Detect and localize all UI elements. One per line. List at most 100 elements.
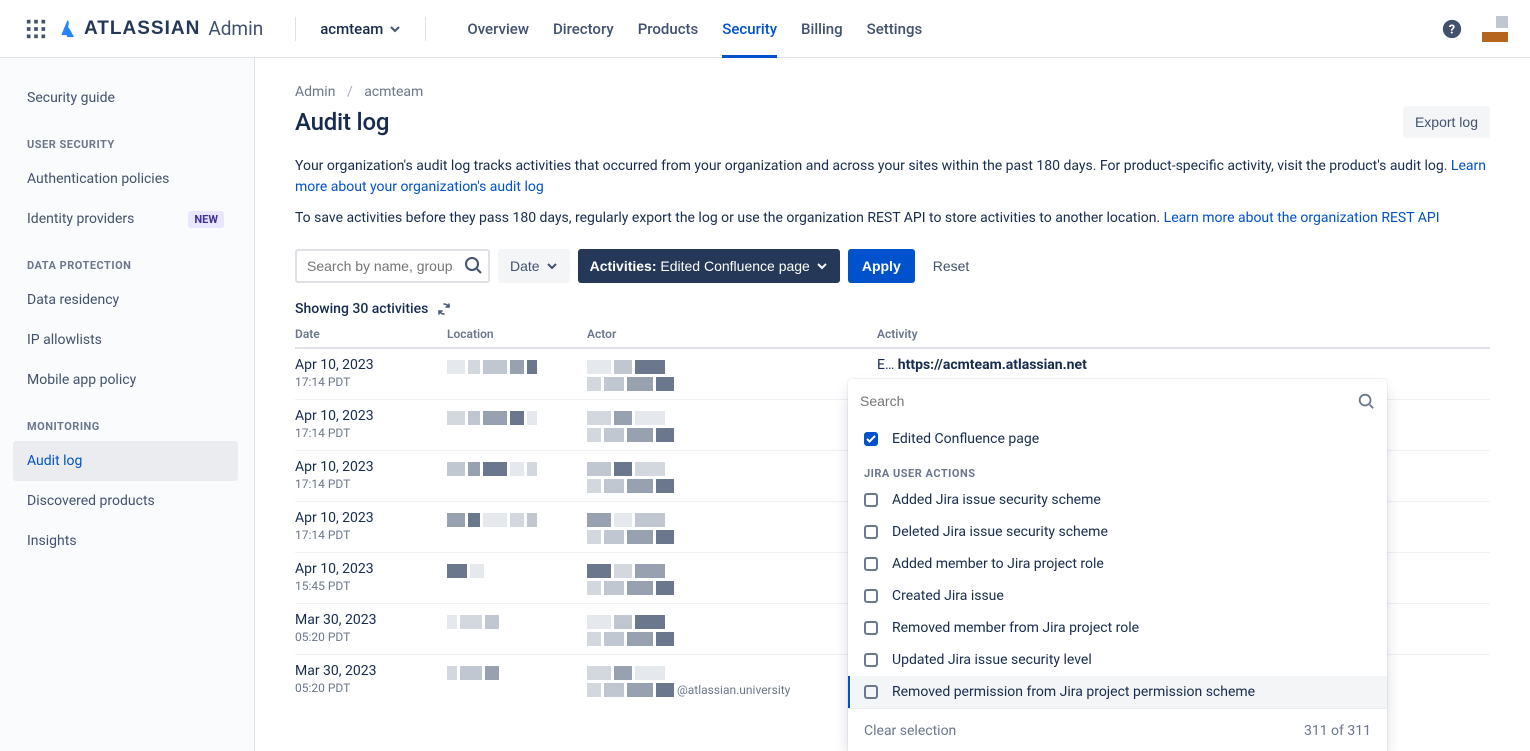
divider	[295, 17, 296, 41]
learn-api-link[interactable]: Learn more about the organization REST A…	[1164, 210, 1440, 226]
dropdown-count: 311 of 311	[1304, 723, 1371, 739]
clear-selection[interactable]: Clear selection	[864, 723, 956, 739]
sidebar-item-ip-allowlists[interactable]: IP allowlists	[13, 320, 238, 360]
export-log-button[interactable]: Export log	[1403, 106, 1490, 138]
redacted-content	[614, 666, 632, 680]
sidebar-item-mobile-app-policy[interactable]: Mobile app policy	[13, 360, 238, 400]
dropdown-item[interactable]: Added Jira issue security scheme	[848, 484, 1387, 516]
checkbox-icon	[864, 685, 878, 699]
dropdown-item[interactable]: Removed member from Jira project role	[848, 612, 1387, 644]
dropdown-item[interactable]: Deleted Jira issue security scheme	[848, 516, 1387, 548]
redacted-content	[485, 615, 499, 629]
dropdown-item-label: Deleted Jira issue security scheme	[892, 524, 1108, 540]
redacted-content	[627, 428, 653, 442]
redacted-content	[627, 377, 653, 391]
redacted-content	[656, 530, 674, 544]
row-time: 17:14 PDT	[295, 426, 447, 440]
activities-filter[interactable]: Activities: Edited Confluence page	[578, 249, 840, 283]
nav-tab-products[interactable]: Products	[627, 0, 710, 58]
redacted-content	[587, 428, 601, 442]
redacted-content	[587, 377, 601, 391]
search-icon	[1357, 392, 1375, 410]
chevron-down-icon	[389, 23, 401, 35]
checkbox-icon	[864, 653, 878, 667]
apply-button[interactable]: Apply	[848, 249, 915, 283]
nav-tab-security[interactable]: Security	[711, 0, 788, 58]
divider	[425, 17, 426, 41]
breadcrumb: Admin / acmteam	[295, 84, 1490, 100]
row-time: 17:14 PDT	[295, 375, 447, 389]
nav-tab-billing[interactable]: Billing	[790, 0, 854, 58]
redacted-content	[470, 564, 484, 578]
redacted-content	[460, 615, 482, 629]
checkbox-checked-icon	[864, 432, 878, 446]
chevron-down-icon	[546, 260, 558, 272]
dropdown-item-label: Removed permission from Jira project per…	[892, 684, 1255, 700]
breadcrumb-item[interactable]: acmteam	[364, 84, 423, 100]
search-input[interactable]	[295, 249, 490, 283]
sidebar-item-discovered-products[interactable]: Discovered products	[13, 481, 238, 521]
activities-dropdown: Edited Confluence pageJIRA USER ACTIONSA…	[848, 379, 1387, 751]
redacted-content	[587, 615, 611, 629]
redacted-content	[587, 530, 601, 544]
dropdown-item[interactable]: Removed permission from Jira project per…	[848, 676, 1387, 708]
checkbox-icon	[864, 621, 878, 635]
col-activity: Activity	[877, 327, 1490, 341]
dropdown-item-label: Created Jira issue	[892, 588, 1004, 604]
sidebar-heading: USER SECURITY	[13, 118, 238, 159]
brand-name: ATLASSIAN	[84, 18, 200, 40]
col-date: Date	[295, 327, 447, 341]
sidebar-item-data-residency[interactable]: Data residency	[13, 280, 238, 320]
avatar[interactable]	[1482, 16, 1508, 42]
help-button[interactable]: ?	[1440, 17, 1464, 41]
org-name: acmteam	[320, 20, 383, 38]
redacted-content	[485, 666, 499, 680]
dropdown-item[interactable]: Edited Confluence page	[848, 423, 1387, 455]
nav-tab-directory[interactable]: Directory	[542, 0, 625, 58]
redacted-content	[614, 564, 632, 578]
redacted-content	[635, 666, 665, 680]
redacted-content	[587, 666, 611, 680]
refresh-icon[interactable]	[436, 301, 452, 317]
redacted-content	[447, 615, 457, 629]
sidebar-item-authentication-policies[interactable]: Authentication policies	[13, 159, 238, 199]
sidebar-item-identity-providers[interactable]: Identity providersNEW	[13, 199, 238, 239]
redacted-content	[627, 479, 653, 493]
help-icon: ?	[1441, 18, 1463, 40]
redacted-content	[635, 564, 665, 578]
date-filter-label: Date	[510, 258, 540, 274]
description-2: To save activities before they pass 180 …	[295, 208, 1490, 229]
sidebar-item-audit-log[interactable]: Audit log	[13, 441, 238, 481]
dropdown-item[interactable]: Added member to Jira project role	[848, 548, 1387, 580]
dropdown-item[interactable]: Created Jira issue	[848, 580, 1387, 612]
row-time: 17:14 PDT	[295, 477, 447, 491]
date-filter[interactable]: Date	[498, 249, 570, 283]
brand-suffix: Admin	[208, 17, 263, 40]
sidebar-security-guide[interactable]: Security guide	[13, 78, 238, 118]
redacted-content	[614, 615, 632, 629]
app-switcher[interactable]	[22, 15, 50, 43]
atlassian-icon	[58, 19, 78, 39]
app-grid-icon	[25, 18, 47, 40]
sidebar-item-insights[interactable]: Insights	[13, 521, 238, 561]
atlassian-logo[interactable]: ATLASSIAN Admin	[58, 17, 263, 40]
activities-filter-prefix: Activities:	[590, 258, 661, 274]
reset-button[interactable]: Reset	[923, 249, 980, 283]
dropdown-item-label: Added Jira issue security scheme	[892, 492, 1101, 508]
dropdown-item[interactable]: Updated Jira issue security level	[848, 644, 1387, 676]
nav-tab-settings[interactable]: Settings	[856, 0, 934, 58]
dropdown-item-label: Edited Confluence page	[892, 431, 1039, 447]
chevron-down-icon	[816, 260, 828, 272]
row-location	[447, 561, 587, 578]
checkbox-icon	[864, 525, 878, 539]
dropdown-search-input[interactable]	[860, 387, 1357, 415]
sidebar-heading: DATA PROTECTION	[13, 239, 238, 280]
redacted-content	[627, 530, 653, 544]
checkbox-icon	[864, 589, 878, 603]
redacted-content	[656, 377, 674, 391]
activities-filter-value: Edited Confluence page	[660, 258, 809, 274]
nav-tab-overview[interactable]: Overview	[456, 0, 540, 58]
org-selector[interactable]: acmteam	[312, 20, 409, 38]
breadcrumb-item[interactable]: Admin	[295, 84, 335, 100]
sidebar-heading: MONITORING	[13, 400, 238, 441]
